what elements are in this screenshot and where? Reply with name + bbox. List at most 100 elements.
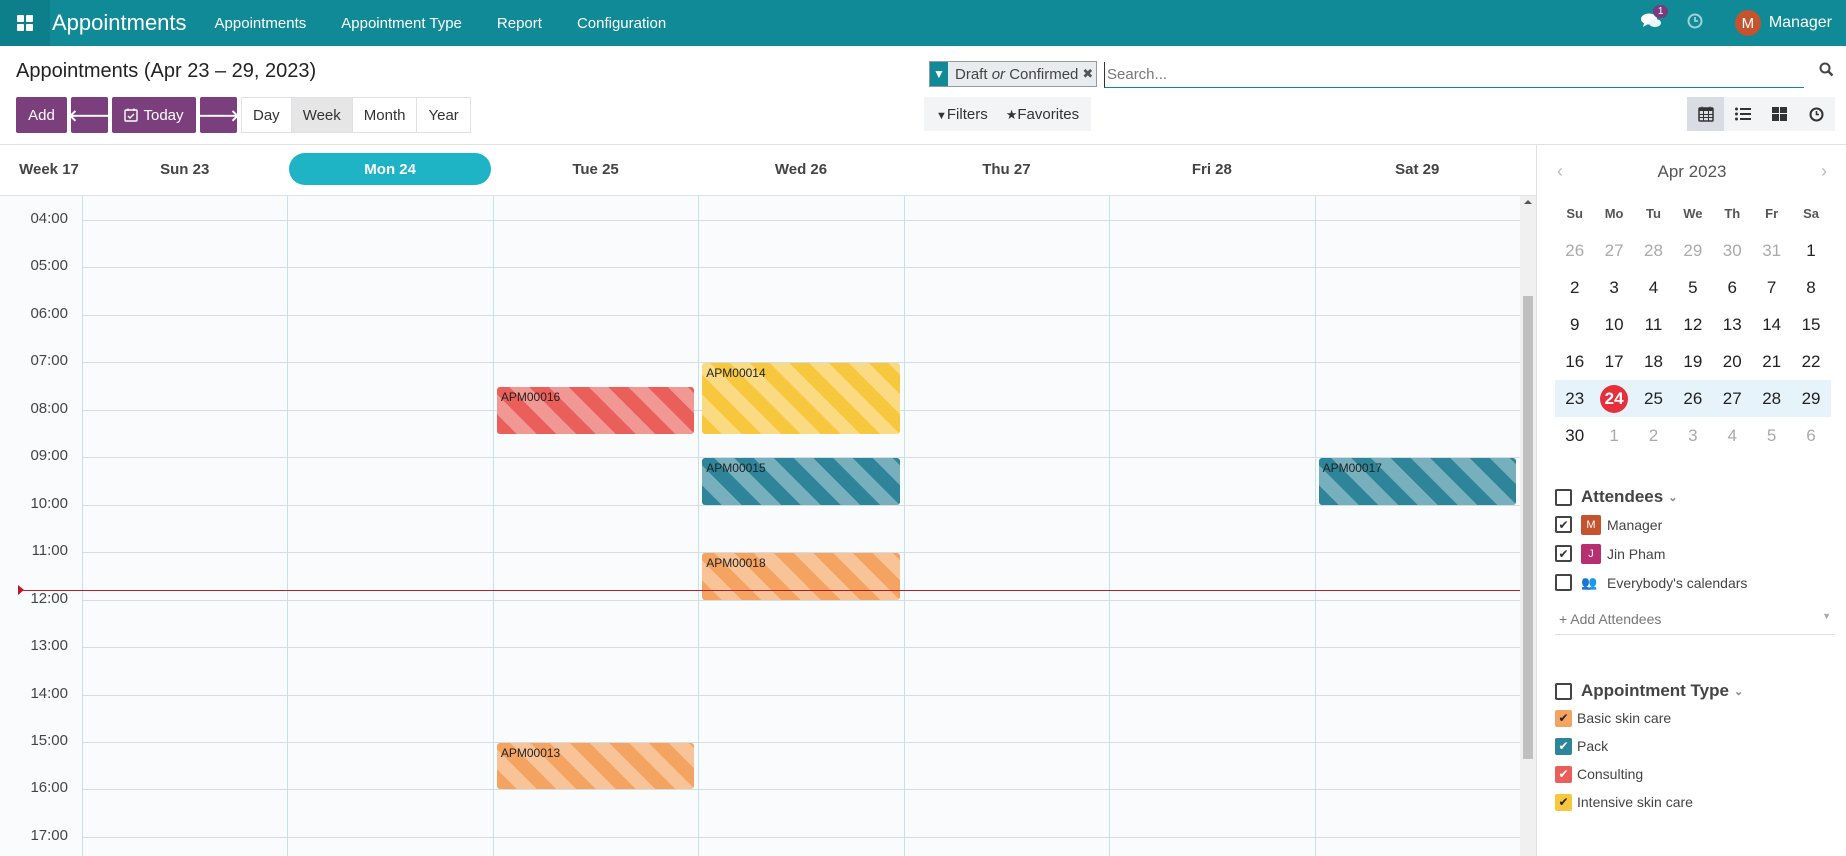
next-month-chevron-icon[interactable]: › [1821, 161, 1827, 182]
mini-calendar-day[interactable]: 26 [1673, 389, 1712, 409]
mini-calendar-day[interactable]: 29 [1791, 389, 1830, 409]
next-button[interactable]: 🡒 [197, 97, 240, 133]
scale-month[interactable]: Month [353, 98, 418, 132]
user-menu[interactable]: M Manager [1734, 10, 1832, 36]
day-header-1[interactable]: Mon 24 [289, 153, 491, 185]
mini-calendar-day[interactable]: 11 [1634, 315, 1673, 335]
day-header-3[interactable]: Wed 26 [698, 153, 903, 185]
mini-calendar-day[interactable]: 25 [1634, 389, 1673, 409]
grid-scrollbar[interactable] [1520, 196, 1536, 856]
calendar-event[interactable]: APM00013 [496, 742, 695, 790]
messages-button[interactable]: 1 [1640, 4, 1669, 34]
search-icon[interactable] [1819, 62, 1834, 82]
facet-remove-icon[interactable]: ✖ [1082, 66, 1096, 82]
scale-week[interactable]: Week [291, 98, 353, 132]
mini-calendar-day[interactable]: 27 [1594, 241, 1633, 261]
mini-calendar-day[interactable]: 7 [1752, 278, 1791, 298]
mini-calendar-day[interactable]: 13 [1713, 315, 1752, 335]
calendar-event[interactable]: APM00016 [496, 387, 695, 434]
app-title[interactable]: Appointments [52, 10, 187, 36]
activity-button[interactable] [1687, 13, 1703, 34]
mini-calendar-day[interactable]: 10 [1594, 315, 1633, 335]
mini-calendar-day[interactable]: 22 [1791, 352, 1830, 372]
mini-calendar-day[interactable]: 16 [1555, 352, 1594, 372]
mini-calendar-day[interactable]: 12 [1673, 315, 1712, 335]
mini-calendar-day[interactable]: 4 [1634, 278, 1673, 298]
mini-calendar-day[interactable]: 18 [1634, 352, 1673, 372]
mini-calendar-day[interactable]: 30 [1713, 241, 1752, 261]
scrollbar-thumb[interactable] [1523, 296, 1533, 759]
mini-calendar-day[interactable]: 6 [1713, 278, 1752, 298]
mini-calendar-day[interactable]: 2 [1634, 426, 1673, 446]
add-button[interactable]: Add [16, 97, 67, 133]
activity-view-button[interactable] [1798, 97, 1835, 131]
menu-configuration[interactable]: Configuration [577, 15, 666, 32]
search-input[interactable]: Search... [1104, 62, 1804, 88]
scale-day[interactable]: Day [242, 98, 292, 132]
mini-calendar-day[interactable]: 6 [1791, 426, 1830, 446]
previous-button[interactable]: 🡐 [68, 97, 111, 133]
list-view-button[interactable] [1724, 97, 1761, 131]
menu-report[interactable]: Report [497, 15, 542, 32]
mini-calendar-day[interactable]: 19 [1673, 352, 1712, 372]
day-header-6[interactable]: Sat 29 [1315, 153, 1520, 185]
mini-calendar-day[interactable]: 23 [1555, 389, 1594, 409]
day-header-2[interactable]: Tue 25 [493, 153, 698, 185]
mini-calendar-day[interactable]: 1 [1791, 241, 1830, 261]
mini-calendar-day[interactable]: 5 [1673, 278, 1712, 298]
mini-calendar-day[interactable]: 28 [1634, 241, 1673, 261]
appointment-type-checkbox[interactable]: ✔ [1555, 737, 1572, 755]
attendee-checkbox[interactable]: ✔ [1555, 516, 1572, 533]
day-header-4[interactable]: Thu 27 [904, 153, 1109, 185]
mini-calendar-day[interactable]: 4 [1713, 426, 1752, 446]
favorites-button[interactable]: ★Favorites [1006, 106, 1079, 123]
calendar-event[interactable]: APM00017 [1318, 458, 1516, 505]
today-button[interactable]: Today [112, 97, 196, 133]
attendee-checkbox[interactable]: ✔ [1555, 545, 1572, 562]
search-placeholder: Search... [1107, 66, 1168, 83]
mini-calendar-day[interactable]: 8 [1791, 278, 1830, 298]
scroll-up-arrow-icon[interactable] [1524, 200, 1532, 204]
appointment-type-select-all-checkbox[interactable] [1555, 682, 1572, 700]
attendees-select-all-checkbox[interactable] [1555, 488, 1572, 506]
calendar-view-button[interactable] [1687, 97, 1724, 131]
mini-calendar-day[interactable]: 2 [1555, 278, 1594, 298]
mini-calendar-day[interactable]: 30 [1555, 426, 1594, 446]
mini-calendar-today[interactable]: 24 [1594, 384, 1633, 413]
kanban-view-button[interactable] [1761, 97, 1798, 131]
scale-year[interactable]: Year [417, 98, 469, 132]
menu-appointment-type[interactable]: Appointment Type [341, 15, 462, 32]
mini-calendar-day[interactable]: 15 [1791, 315, 1830, 335]
mini-calendar-day[interactable]: 5 [1752, 426, 1791, 446]
day-header-5[interactable]: Fri 28 [1109, 153, 1314, 185]
attendee-checkbox[interactable] [1555, 574, 1572, 591]
mini-calendar-day[interactable]: 27 [1713, 389, 1752, 409]
app-menu-button[interactable] [0, 0, 50, 46]
mini-calendar-day[interactable]: 29 [1673, 241, 1712, 261]
day-header-0[interactable]: Sun 23 [82, 153, 287, 185]
appointment-type-checkbox[interactable]: ✔ [1555, 709, 1572, 727]
chevron-down-icon[interactable]: ⌄ [1668, 491, 1677, 504]
chevron-down-icon[interactable]: ⌄ [1734, 685, 1743, 698]
mini-calendar-day[interactable]: 1 [1594, 426, 1633, 446]
mini-calendar-day[interactable]: 20 [1713, 352, 1752, 372]
menu-appointments[interactable]: Appointments [215, 15, 307, 32]
mini-calendar-day[interactable]: 9 [1555, 315, 1594, 335]
mini-calendar-day[interactable]: 21 [1752, 352, 1791, 372]
mini-calendar-day[interactable]: 26 [1555, 241, 1594, 261]
calendar-event[interactable]: APM00015 [702, 458, 900, 505]
add-attendees-input[interactable]: + Add Attendees ▼ [1555, 611, 1835, 635]
calendar-event[interactable]: APM00018 [702, 553, 900, 600]
prev-month-chevron-icon[interactable]: ‹ [1557, 161, 1563, 182]
mini-calendar-day[interactable]: 17 [1594, 352, 1633, 372]
mini-calendar-day[interactable]: 14 [1752, 315, 1791, 335]
mini-calendar-day[interactable]: 3 [1673, 426, 1712, 446]
mini-calendar-day[interactable]: 31 [1752, 241, 1791, 261]
filters-button[interactable]: ▼Filters [936, 106, 988, 123]
mini-calendar-day[interactable]: 28 [1752, 389, 1791, 409]
calendar-event[interactable]: APM00014 [702, 363, 900, 434]
appointment-type-checkbox[interactable]: ✔ [1555, 765, 1572, 783]
time-grid[interactable]: 04:00 05:00 06:00 07:00 08:00 09:00 10:00 11:00… [0, 196, 1536, 856]
mini-calendar-day[interactable]: 3 [1594, 278, 1633, 298]
appointment-type-checkbox[interactable]: ✔ [1555, 793, 1572, 811]
